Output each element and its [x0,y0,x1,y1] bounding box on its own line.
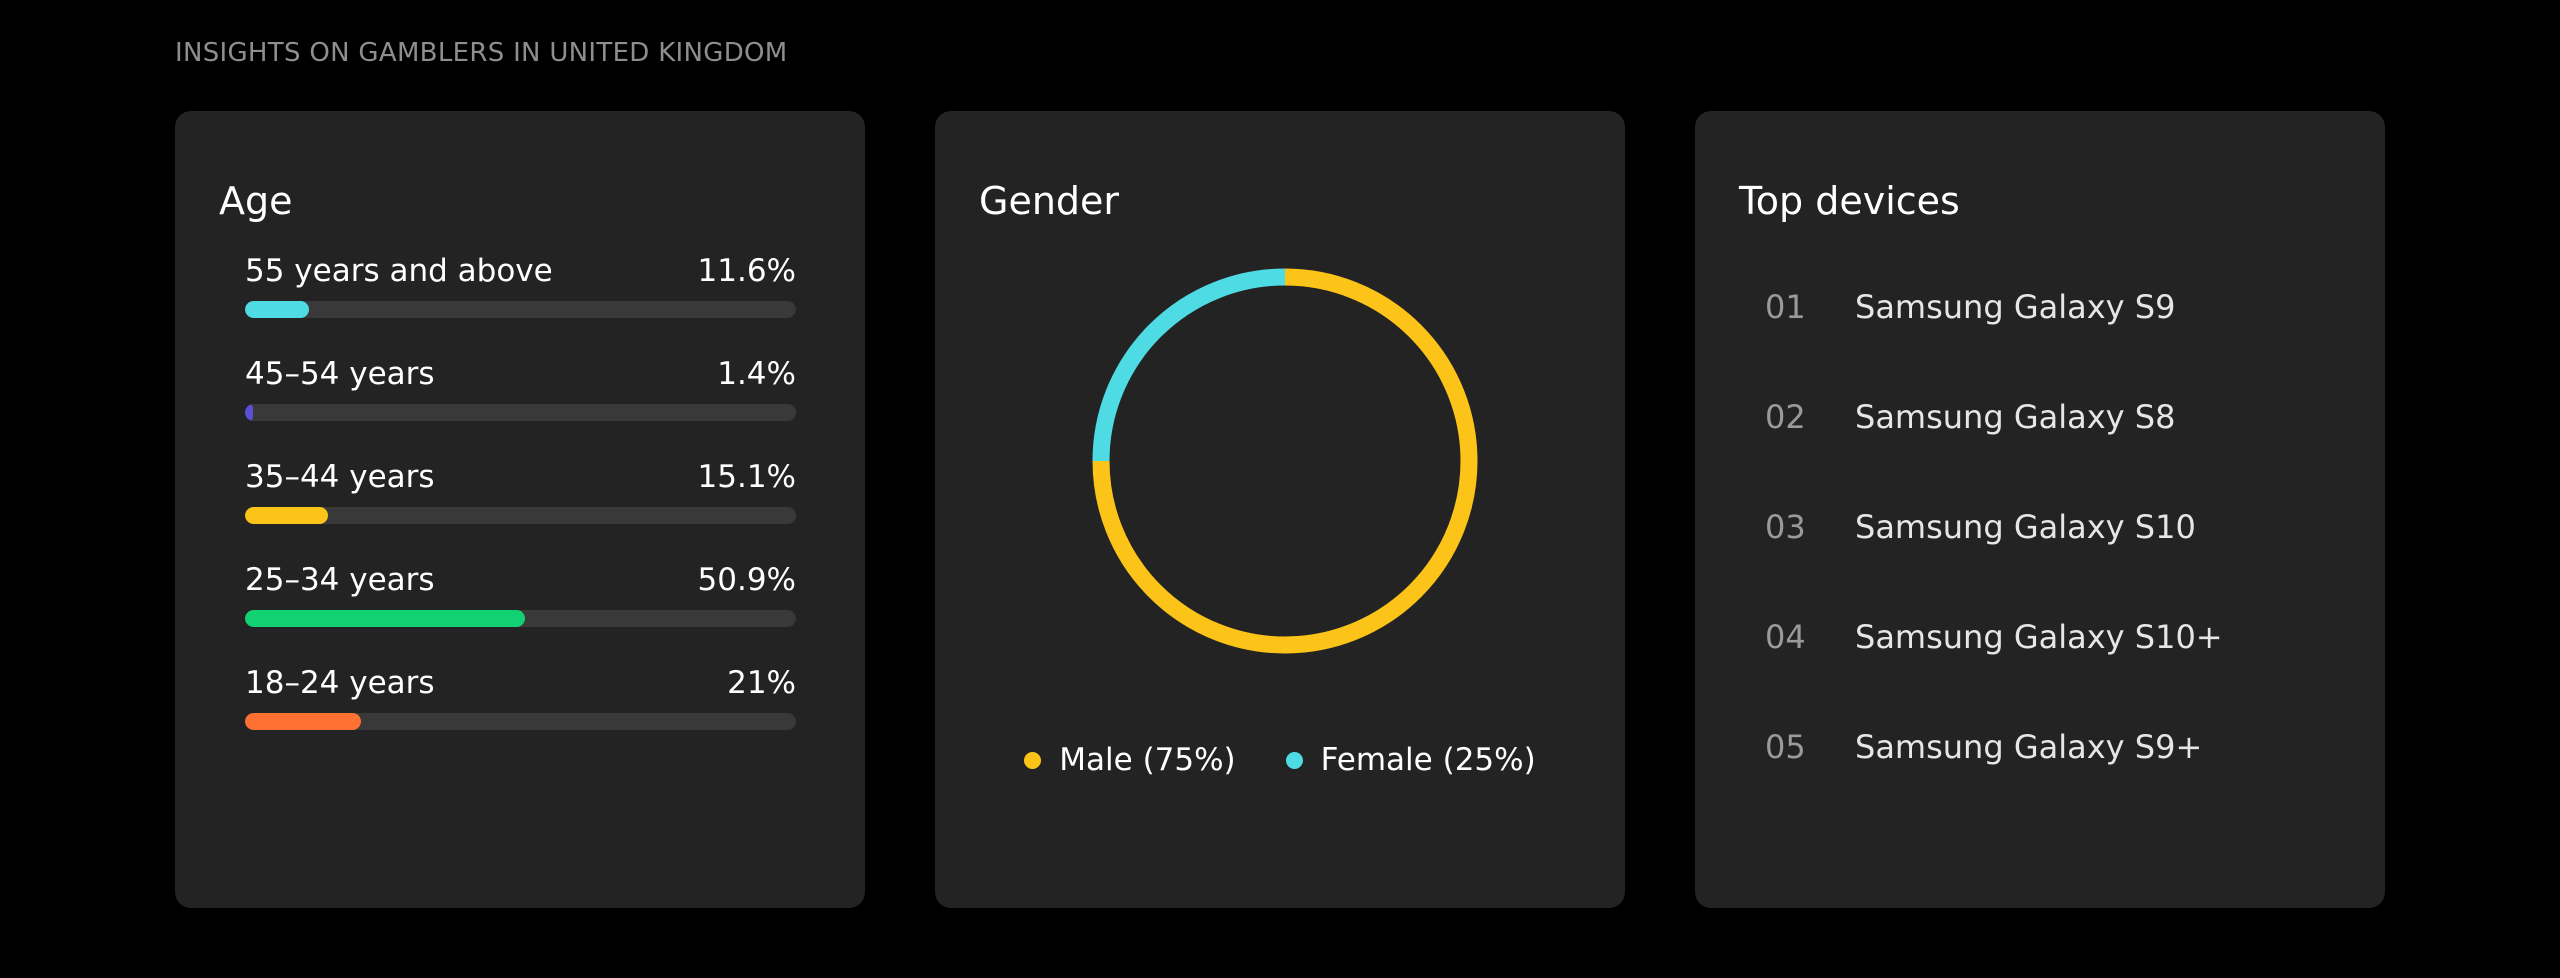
legend-item-female: Female (25%) [1285,742,1536,778]
devices-card-title: Top devices [1739,179,1960,223]
age-row-value: 15.1% [697,459,796,495]
age-row-value: 50.9% [697,562,796,598]
list-item: 02 Samsung Galaxy S8 [1765,398,2223,508]
legend-dot-male [1024,751,1042,769]
gender-legend: Male (75%) Female (25%) [935,742,1625,778]
age-row-label: 18–24 years [245,665,435,701]
age-progress-fill [245,404,253,421]
gender-donut-svg [1092,268,1478,654]
device-rank: 01 [1765,288,1806,326]
donut-segment-female [1092,268,1286,462]
gender-donut-chart [1085,261,1485,661]
list-item: 04 Samsung Galaxy S10+ [1765,618,2223,728]
gender-card-title: Gender [979,179,1120,223]
age-list: 55 years and above 11.6% 45–54 years 1.4… [245,253,796,768]
age-row: 18–24 years 21% [245,665,796,768]
age-row: 45–54 years 1.4% [245,356,796,459]
device-name: Samsung Galaxy S10 [1855,508,2196,546]
device-name: Samsung Galaxy S8 [1855,398,2176,436]
legend-label-male: Male (75%) [1059,742,1236,778]
age-progress-fill [245,507,329,524]
device-rank: 03 [1765,508,1806,546]
list-item: 05 Samsung Galaxy S9+ [1765,728,2223,838]
device-name: Samsung Galaxy S10+ [1855,618,2223,656]
age-row: 25–34 years 50.9% [245,562,796,665]
device-rank: 05 [1765,728,1806,766]
list-item: 01 Samsung Galaxy S9 [1765,288,2223,398]
legend-dot-female [1285,751,1303,769]
list-item: 03 Samsung Galaxy S10 [1765,508,2223,618]
age-progress-track [245,301,796,318]
age-card: Age 55 years and above 11.6% 45–54 years… [175,111,865,908]
age-row-label: 45–54 years [245,356,435,392]
age-row-label: 35–44 years [245,459,435,495]
age-progress-fill [245,713,361,730]
age-progress-track [245,507,796,524]
age-row-value: 1.4% [717,356,796,392]
age-progress-track [245,610,796,627]
age-progress-fill [245,301,309,318]
age-row-value: 11.6% [697,253,796,289]
device-rank: 04 [1765,618,1806,656]
page-title: INSIGHTS ON GAMBLERS IN UNITED KINGDOM [175,38,788,68]
age-progress-track [245,713,796,730]
device-name: Samsung Galaxy S9+ [1855,728,2203,766]
devices-card: Top devices 01 Samsung Galaxy S9 02 Sams… [1695,111,2385,908]
age-row-value: 21% [727,665,796,701]
age-row-label: 55 years and above [245,253,553,289]
device-name: Samsung Galaxy S9 [1855,288,2176,326]
legend-item-male: Male (75%) [1024,742,1236,778]
device-list: 01 Samsung Galaxy S9 02 Samsung Galaxy S… [1765,288,2223,838]
age-card-title: Age [219,179,293,223]
gender-card: Gender Male (75%) Female (25%) [935,111,1625,908]
age-row: 55 years and above 11.6% [245,253,796,356]
device-rank: 02 [1765,398,1806,436]
age-row: 35–44 years 15.1% [245,459,796,562]
age-row-label: 25–34 years [245,562,435,598]
legend-label-female: Female (25%) [1320,742,1536,778]
age-progress-track [245,404,796,421]
age-progress-fill [245,610,526,627]
